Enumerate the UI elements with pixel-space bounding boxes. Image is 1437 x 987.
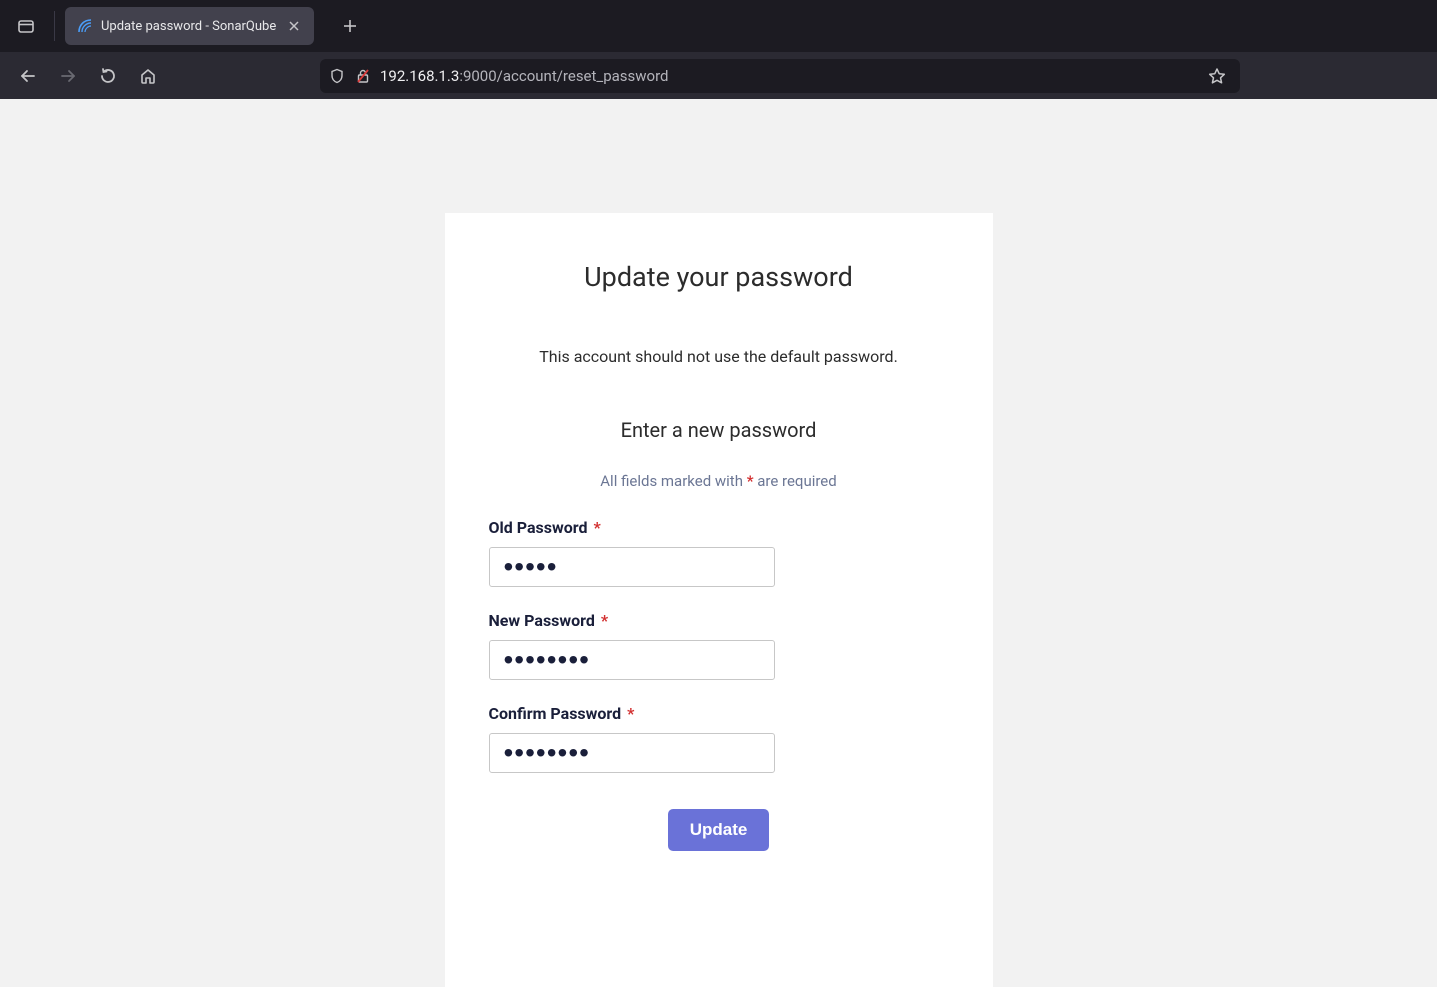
new-password-label-text: New Password: [489, 611, 595, 630]
confirm-password-label: Confirm Password *: [489, 704, 949, 723]
url-path: :9000/account/reset_password: [459, 67, 668, 85]
window-list-button[interactable]: [8, 8, 44, 44]
required-note-suffix: are required: [754, 472, 837, 490]
form-subheading: Enter a new password: [489, 418, 949, 442]
required-note-prefix: All fields marked with: [600, 472, 746, 490]
url-bar[interactable]: 192.168.1.3:9000/account/reset_password: [320, 59, 1240, 93]
required-star-icon: *: [627, 704, 634, 723]
old-password-input[interactable]: [489, 547, 775, 587]
default-password-notice: This account should not use the default …: [489, 347, 949, 366]
page-content: Update your password This account should…: [0, 99, 1437, 987]
old-password-field: Old Password *: [489, 518, 949, 587]
form-actions: Update: [489, 809, 949, 851]
url-text: 192.168.1.3:9000/account/reset_password: [380, 67, 1194, 85]
forward-button[interactable]: [50, 58, 86, 94]
url-host: 192.168.1.3: [380, 67, 459, 85]
tab-title: Update password - SonarQube: [101, 19, 276, 34]
confirm-password-field: Confirm Password *: [489, 704, 949, 773]
update-password-card: Update your password This account should…: [445, 213, 993, 987]
tab-separator: [54, 11, 55, 41]
new-tab-button[interactable]: [332, 8, 368, 44]
tab-strip: Update password - SonarQube: [0, 0, 1437, 52]
confirm-password-label-text: Confirm Password: [489, 704, 622, 723]
page-heading: Update your password: [489, 261, 949, 293]
update-button[interactable]: Update: [668, 809, 770, 851]
old-password-label-text: Old Password: [489, 518, 588, 537]
required-star-icon: *: [593, 518, 600, 537]
required-fields-note: All fields marked with * are required: [489, 472, 949, 490]
reload-button[interactable]: [90, 58, 126, 94]
close-tab-button[interactable]: [284, 16, 304, 36]
new-password-input[interactable]: [489, 640, 775, 680]
browser-chrome: Update password - SonarQube: [0, 0, 1437, 99]
confirm-password-input[interactable]: [489, 733, 775, 773]
old-password-label: Old Password *: [489, 518, 949, 537]
browser-tab[interactable]: Update password - SonarQube: [65, 7, 314, 45]
back-button[interactable]: [10, 58, 46, 94]
required-star-icon: *: [601, 611, 608, 630]
insecure-lock-icon: [354, 67, 372, 85]
bookmark-button[interactable]: [1202, 61, 1232, 91]
shield-icon: [328, 67, 346, 85]
new-password-label: New Password *: [489, 611, 949, 630]
home-button[interactable]: [130, 58, 166, 94]
required-star-icon: *: [747, 472, 754, 490]
new-password-field: New Password *: [489, 611, 949, 680]
browser-toolbar: 192.168.1.3:9000/account/reset_password: [0, 52, 1437, 99]
sonarqube-favicon-icon: [77, 18, 93, 34]
